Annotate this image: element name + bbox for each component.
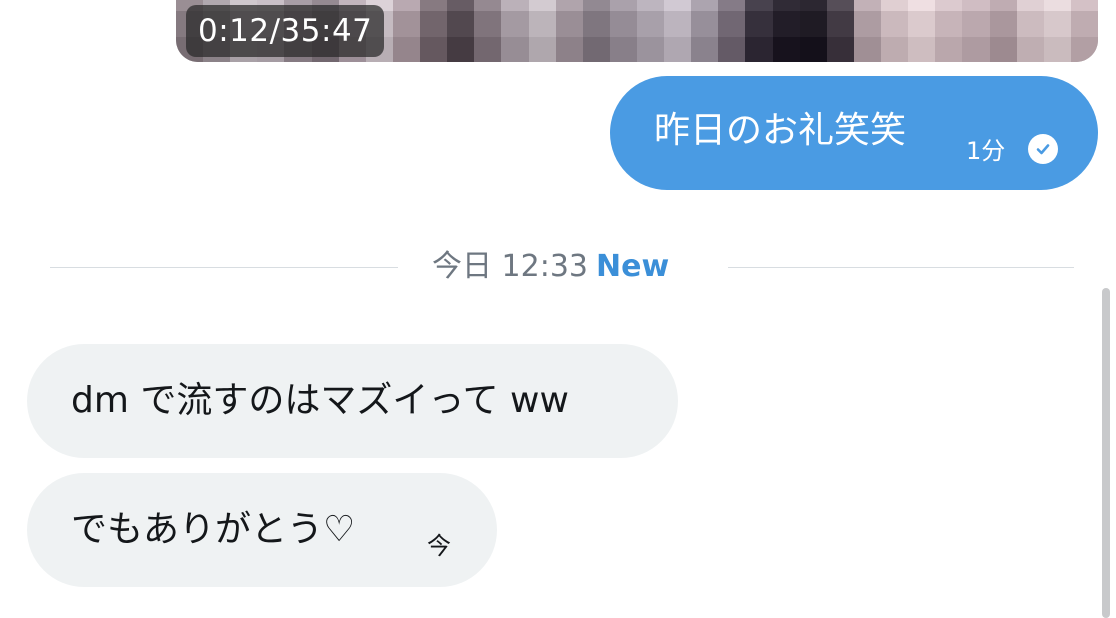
video-pixel: [989, 11, 1017, 37]
video-pixel: [1043, 36, 1071, 62]
video-pixel: [447, 11, 475, 37]
new-label: New: [596, 249, 670, 284]
video-pixel: [555, 36, 583, 62]
video-pixel: [637, 36, 665, 62]
video-pixel: [989, 0, 1017, 11]
video-pixel: [935, 11, 963, 37]
video-pixel: [392, 36, 421, 62]
video-pixel: [501, 11, 529, 37]
video-pixel: [474, 0, 502, 11]
date-label: 今日 12:33: [432, 249, 588, 284]
video-pixel: [1043, 0, 1071, 11]
video-pixel: [1070, 0, 1098, 11]
video-pixel: [989, 36, 1017, 62]
video-pixel: [935, 0, 963, 11]
incoming-message-bubble[interactable]: でもありがとう♡ 今: [27, 473, 497, 587]
video-pixel: [501, 36, 529, 62]
video-pixel: [853, 11, 882, 37]
video-pixel: [501, 0, 529, 11]
video-pixel: [962, 11, 990, 37]
video-pixel: [691, 11, 719, 37]
video-pixel: [1043, 11, 1071, 37]
video-pixel: [392, 11, 421, 37]
video-pixel: [664, 11, 692, 37]
video-pixel: [420, 36, 448, 62]
video-pixel: [528, 36, 556, 62]
video-pixel: [691, 0, 719, 11]
video-pixel: [609, 11, 637, 37]
video-pixel: [799, 36, 827, 62]
video-pixel: [718, 0, 746, 11]
video-pixel: [908, 11, 936, 37]
video-pixel: [853, 36, 882, 62]
video-pixel: [853, 0, 882, 11]
video-pixel: [609, 36, 637, 62]
video-pixel: [528, 11, 556, 37]
video-pixel: [772, 0, 800, 11]
video-pixel: [881, 11, 909, 37]
message-time: 1分: [966, 137, 1006, 165]
video-pixel: [826, 11, 854, 37]
video-pixel: [555, 11, 583, 37]
video-pixel: [718, 36, 746, 62]
video-pixel: [1016, 11, 1044, 37]
video-pixel: [718, 11, 746, 37]
video-pixel: [609, 0, 637, 11]
video-pixel: [392, 0, 421, 11]
read-checkmark-icon: [1028, 134, 1058, 164]
video-pixel: [664, 36, 692, 62]
separator-line-right: [728, 267, 1074, 268]
incoming-message-bubble[interactable]: dm で流すのはマズイって ww: [27, 344, 678, 458]
video-pixel: [1070, 11, 1098, 37]
outgoing-message-bubble[interactable]: 昨日のお礼笑笑 1分: [610, 76, 1098, 190]
separator-line-left: [50, 267, 398, 268]
message-time: 今: [427, 532, 451, 560]
video-pixel: [881, 0, 909, 11]
video-pixel: [935, 36, 963, 62]
video-pixel: [582, 0, 610, 11]
video-pixel: [772, 36, 800, 62]
message-text: 昨日のお礼笑笑: [654, 110, 907, 151]
video-pixel: [908, 0, 936, 11]
video-pixel: [799, 0, 827, 11]
video-pixel: [420, 0, 448, 11]
video-pixel: [962, 36, 990, 62]
video-pixel: [745, 36, 773, 62]
video-pixel: [582, 11, 610, 37]
video-pixel: [528, 0, 556, 11]
video-pixel: [474, 11, 502, 37]
video-pixel: [447, 36, 475, 62]
video-pixel: [772, 11, 800, 37]
video-pixel: [447, 0, 475, 11]
video-timestamp: 0:12/35:47: [186, 5, 385, 57]
video-pixel: [1016, 0, 1044, 11]
video-pixel: [826, 36, 854, 62]
video-pixel: [1016, 36, 1044, 62]
video-pixel: [474, 36, 502, 62]
video-pixel: [908, 36, 936, 62]
video-pixel: [745, 11, 773, 37]
video-pixel: [826, 0, 854, 11]
date-separator: 今日 12:33 New: [432, 246, 669, 288]
scrollbar[interactable]: [1102, 288, 1110, 618]
video-pixel: [582, 36, 610, 62]
video-pixel: [637, 0, 665, 11]
video-pixel: [637, 11, 665, 37]
message-text: dm で流すのはマズイって ww: [71, 380, 569, 421]
video-pixel: [799, 11, 827, 37]
message-text: でもありがとう♡: [71, 509, 356, 550]
video-pixel: [745, 0, 773, 11]
video-pixel: [881, 36, 909, 62]
video-pixel: [420, 11, 448, 37]
video-pixel: [664, 0, 692, 11]
video-pixel: [962, 0, 990, 11]
video-pixel: [555, 0, 583, 11]
video-pixel: [1070, 36, 1098, 62]
video-pixel: [691, 36, 719, 62]
